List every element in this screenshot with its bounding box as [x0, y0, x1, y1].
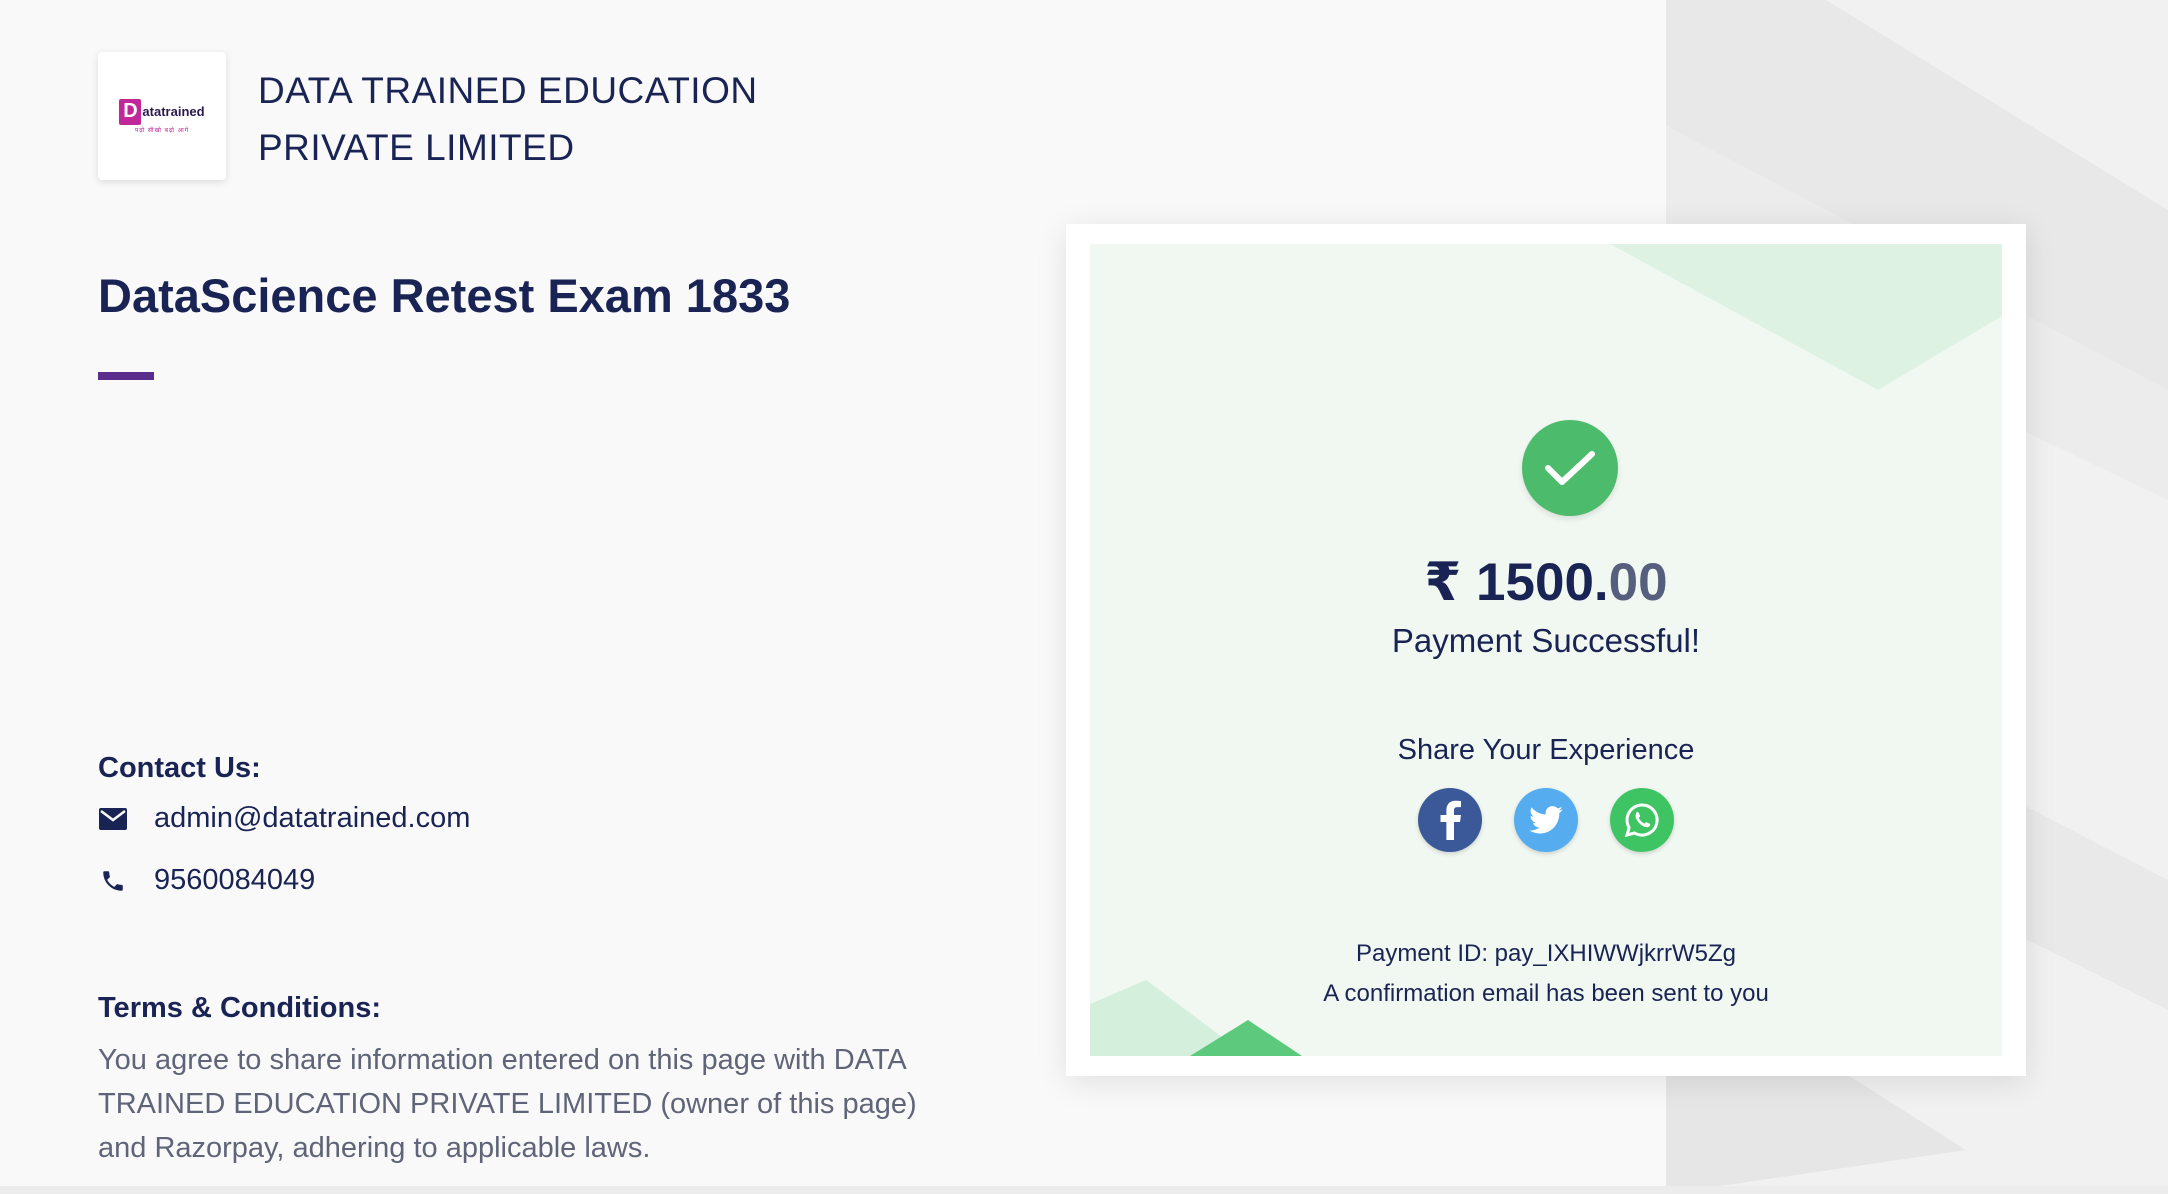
twitter-icon[interactable]: [1514, 788, 1578, 852]
currency-symbol: ₹: [1424, 553, 1462, 612]
share-label: Share Your Experience: [1397, 734, 1695, 766]
payment-card: ₹ 1500.00 Payment Successful! Share Your…: [1066, 224, 2026, 1076]
page-footer-strip: [0, 1186, 2168, 1194]
merchant-logo: D atatrained पढ़ो सीखो बढ़ो आगे: [98, 52, 226, 180]
payment-success-panel: ₹ 1500.00 Payment Successful! Share Your…: [1090, 244, 2002, 1056]
terms-body: You agree to share information entered o…: [98, 1044, 917, 1164]
page-title: DataScience Retest Exam 1833: [98, 269, 791, 322]
contact-heading: Contact Us:: [98, 752, 261, 784]
merchant-name-line2: PRIVATE LIMITED: [258, 127, 575, 168]
whatsapp-icon[interactable]: [1610, 788, 1674, 852]
logo-tagline: पढ़ो सीखो बढ़ो आगे: [134, 127, 190, 134]
payment-status: Payment Successful!: [1391, 622, 1701, 659]
amount-decimal: 00: [1608, 553, 1668, 612]
contact-email-row[interactable]: admin@datatrained.com: [98, 802, 470, 835]
social-share-buttons: [1090, 788, 2002, 852]
logo-letter: D: [119, 98, 142, 125]
mail-icon: [98, 804, 128, 834]
facebook-icon[interactable]: [1418, 788, 1482, 852]
payment-amount: ₹ 1500.00: [1090, 552, 2002, 613]
merchant-name: DATA TRAINED EDUCATION PRIVATE LIMITED: [258, 62, 818, 176]
amount-whole: 1500.: [1476, 553, 1609, 612]
logo-word: atatrained: [142, 104, 205, 119]
title-underline: [98, 372, 154, 380]
contact-phone-row[interactable]: 9560084049: [98, 864, 315, 897]
phone-icon: [98, 866, 128, 896]
contact-phone[interactable]: 9560084049: [154, 864, 315, 897]
confirmation-message: A confirmation email has been sent to yo…: [1323, 980, 1769, 1007]
terms-heading: Terms & Conditions:: [98, 992, 382, 1024]
contact-email[interactable]: admin@datatrained.com: [154, 802, 470, 835]
payment-id: Payment ID: pay_IXHIWWjkrrW5Zg: [1355, 940, 1737, 967]
merchant-name-line1: DATA TRAINED EDUCATION: [258, 70, 758, 111]
success-check-icon: [1522, 420, 1618, 516]
